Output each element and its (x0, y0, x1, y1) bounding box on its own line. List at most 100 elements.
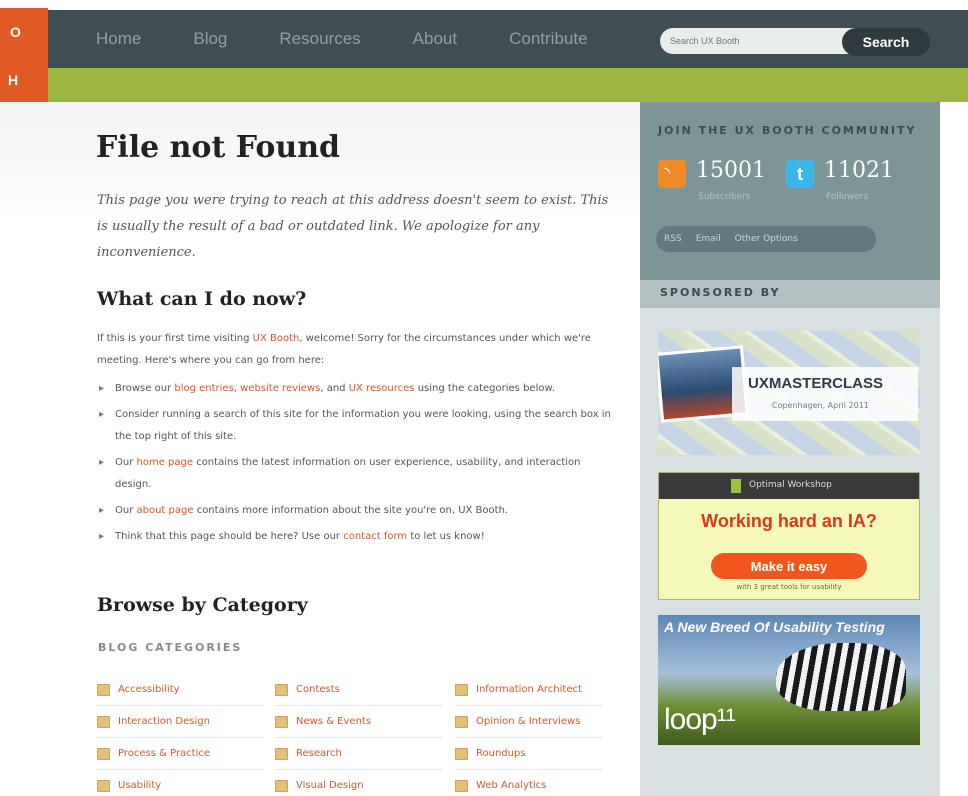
category-item[interactable]: Contests (275, 674, 443, 706)
ad-optimal-workshop[interactable]: Optimal Workshop Working hard an IA? Mak… (658, 472, 920, 600)
ad-loop11[interactable]: A New Breed Of Usability Testing loop¹¹ (658, 615, 920, 745)
ad-headline: A New Breed Of Usability Testing (664, 619, 885, 635)
loop11-logo: loop¹¹ (664, 703, 736, 736)
list-item: Our about page contains more information… (97, 500, 617, 522)
email-option[interactable]: Email (696, 234, 721, 244)
bullet-text: Browse our (115, 383, 175, 394)
ad-brand: Optimal Workshop (749, 480, 832, 490)
nav-home[interactable]: Home (96, 29, 141, 49)
about-page-link[interactable]: about page (137, 505, 194, 516)
ad-headline: Working hard an IA? (701, 511, 877, 531)
category-item[interactable]: Accessibility (97, 674, 263, 706)
folder-icon (455, 747, 468, 760)
community-title: JOIN THE UX BOOTH COMMUNITY (658, 124, 917, 137)
nav-resources[interactable]: Resources (279, 29, 360, 49)
category-item[interactable]: Opinion & Interviews (455, 706, 603, 738)
home-page-link[interactable]: home page (137, 457, 194, 468)
category-item[interactable]: Visual Design (275, 770, 443, 796)
make-it-easy-button[interactable]: Make it easy (711, 553, 867, 579)
list-item: Our home page contains the latest inform… (97, 452, 617, 496)
categories-label: BLOG CATEGORIES (98, 641, 243, 654)
folder-icon (275, 779, 288, 792)
intro-text: This page you were trying to reach at th… (97, 193, 609, 260)
bullet-text: Our (115, 505, 137, 516)
category-item[interactable]: Web Analytics (455, 770, 603, 796)
category-label: Roundups (476, 748, 526, 759)
subscribe-options: RSS Email Other Options (656, 226, 876, 252)
contact-form-link[interactable]: contact form (343, 531, 407, 542)
folder-icon (97, 779, 110, 792)
category-label: Opinion & Interviews (476, 716, 581, 727)
search-button[interactable]: Search (842, 28, 930, 56)
search-input[interactable] (660, 28, 860, 54)
suggestion-list: Browse our blog entries, website reviews… (97, 378, 617, 552)
category-grid: Accessibility Contests Information Archi… (97, 674, 617, 796)
category-item[interactable]: Research (275, 738, 443, 770)
list-item: Think that this page should be here? Use… (97, 526, 617, 548)
rss-option[interactable]: RSS (664, 234, 682, 244)
blog-entries-link[interactable]: blog entries (174, 383, 233, 394)
bullet-text: to let us know! (407, 531, 485, 542)
category-label: Contests (296, 684, 340, 695)
bullet-text: contains more information about the site… (193, 505, 509, 516)
ad-subtitle: Copenhagen, April 2011 (772, 401, 869, 410)
folder-icon (97, 715, 110, 728)
website-reviews-link[interactable]: website reviews (240, 383, 320, 394)
category-item[interactable]: Process & Practice (97, 738, 263, 770)
category-item[interactable]: Interaction Design (97, 706, 263, 738)
folder-icon (97, 683, 110, 696)
list-item: Browse our blog entries, website reviews… (97, 378, 617, 400)
folder-icon (275, 747, 288, 760)
zebra-rhino-image (776, 643, 906, 711)
category-item[interactable]: Usability (97, 770, 263, 796)
twitter-icon[interactable]: t (786, 160, 814, 188)
welcome-pre: If this is your first time visiting (97, 333, 253, 344)
browse-heading: Browse by Category (97, 594, 308, 616)
welcome-text: If this is your first time visiting UX B… (97, 328, 617, 372)
folder-icon (455, 683, 468, 696)
what-heading: What can I do now? (97, 288, 307, 310)
ad-uxmasterclass[interactable]: UXMASTERCLASS Copenhagen, April 2011 (658, 331, 920, 455)
optimal-workshop-logo-icon (731, 479, 741, 493)
logo-letter-top: O (10, 24, 21, 40)
bullet-text: , and (320, 383, 349, 394)
category-item[interactable]: Information Architect (455, 674, 603, 706)
category-label: Visual Design (296, 780, 364, 791)
other-options[interactable]: Other Options (735, 234, 798, 244)
followers-count: 11021 (824, 158, 894, 183)
nav-contribute[interactable]: Contribute (509, 29, 587, 49)
category-label: Information Architect (476, 684, 582, 695)
folder-icon (275, 715, 288, 728)
list-item: Consider running a search of this site f… (97, 404, 617, 448)
search-area: Search (660, 28, 932, 56)
nav-about[interactable]: About (413, 29, 457, 49)
page-title: File not Found (96, 130, 341, 165)
category-label: Interaction Design (118, 716, 210, 727)
logo-letter-bottom: H (8, 72, 19, 88)
ux-resources-link[interactable]: UX resources (349, 383, 415, 394)
followers-label: Followers (826, 192, 869, 202)
subscribers-count: 15001 (696, 158, 766, 183)
rss-icon[interactable] (658, 160, 686, 188)
folder-icon (97, 747, 110, 760)
bullet-text: Think that this page should be here? Use… (115, 531, 344, 542)
bullet-text: Our (115, 457, 137, 468)
folder-icon (455, 779, 468, 792)
folder-icon (455, 715, 468, 728)
category-label: Usability (118, 780, 162, 791)
category-label: Process & Practice (118, 748, 211, 759)
bullet-text: using the categories below. (414, 383, 555, 394)
category-label: Research (296, 748, 342, 759)
ad-title: UXMASTERCLASS (748, 375, 884, 392)
bullet-text: Consider running a search of this site f… (115, 409, 611, 442)
green-band (0, 68, 968, 102)
ux-booth-link[interactable]: UX Booth (253, 333, 300, 344)
folder-icon (275, 683, 288, 696)
category-label: Web Analytics (476, 780, 547, 791)
category-item[interactable]: Roundups (455, 738, 603, 770)
sponsored-title: SPONSORED BY (660, 286, 781, 299)
ad-subtext: with 3 great tools for usability (736, 583, 842, 591)
category-item[interactable]: News & Events (275, 706, 443, 738)
nav-blog[interactable]: Blog (193, 29, 227, 49)
subscribers-label: Subscribers (698, 192, 751, 202)
